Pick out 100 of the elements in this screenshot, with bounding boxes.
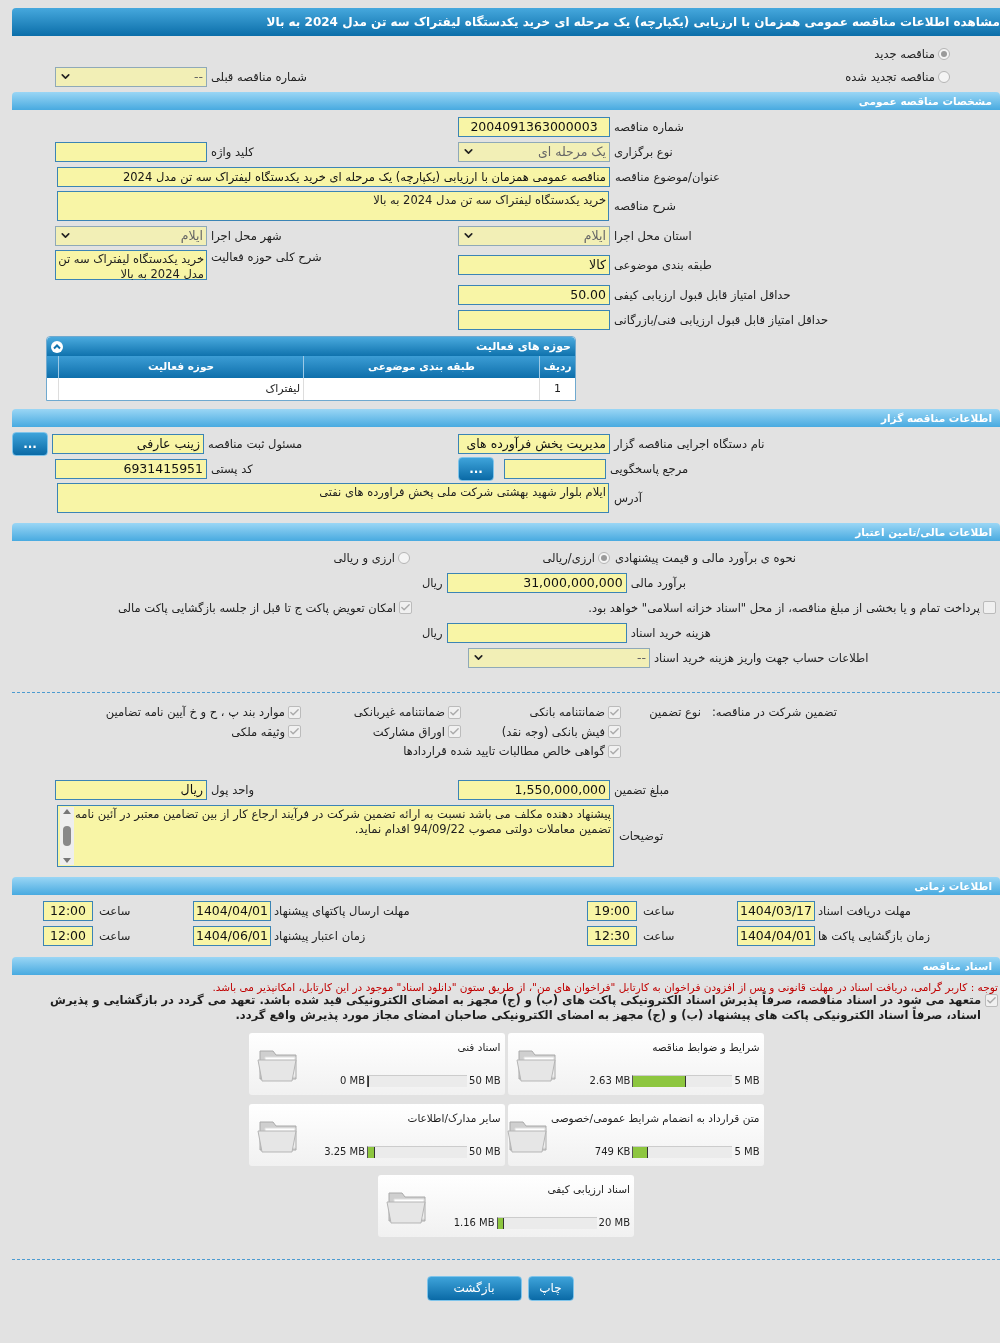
checkbox-option[interactable]: گواهی خالص مطالبات تایید شده قراردادها [403,744,621,758]
check-icon [449,706,460,718]
page-title: مشاهده اطلاعات مناقصه عمومی همزمان با ارزیابی (یکپارچه) یک مرحله ای خرید یکدستگاه لیفتراک سه تن مدل 2024 به بالا [12,8,1000,36]
checkbox[interactable] [985,993,998,1007]
checkbox-option[interactable]: وثیقه ملکی [231,724,301,739]
field-label: توضیحات [619,828,664,843]
check-icon [609,706,620,718]
field-label: مبلغ تضمین [614,783,670,797]
date-field[interactable]: 1404/04/01 [193,901,271,921]
text-field[interactable]: مدیریت پخش فرآورده های [458,433,610,454]
date-field[interactable]: 1404/06/01 [193,926,271,946]
back-button[interactable]: بازگشت [426,1275,522,1301]
field-label: نوع برگزاری [614,144,673,159]
text-field[interactable]: کالا [458,255,610,275]
text-area[interactable]: خرید یکدستگاه لیفتراک سه تن مدل 2024 به بالا [55,250,207,280]
text-field[interactable]: 2004091363000003 [458,116,610,137]
field-label: مرجع پاسخگویی [610,461,689,476]
field-label: نام دستگاه اجرایی مناقصه گزار [614,436,765,451]
checkbox-option[interactable]: امکان تعویض پاکت ج تا قبل از جلسه بازگشایی پاکت مالی [117,600,412,615]
checkbox-option[interactable]: ضمانتنامه غیربانکی [353,705,461,719]
field-label: تضمین شرکت در مناقصه: [710,705,837,721]
used-size: 1.16 MB [453,1217,495,1228]
used-size: 0 MB [340,1075,366,1086]
dropdown[interactable]: -- [55,66,207,87]
text-field[interactable]: 50.00 [458,284,610,305]
section-header: اطلاعات زمانی [12,876,1000,895]
field-label: نوع تضمین [648,705,701,721]
field-label: شرح کلی حوزه فعالیت [211,250,322,264]
checkbox-option[interactable]: پرداخت تمام و یا بخشی از مبلغ مناقصه، از محل "اسناد خزانه اسلامی" خواهد بود. [588,600,996,615]
check-icon [986,994,997,1006]
section-header: اطلاعات مناقصه گزار [12,409,1000,427]
column-header: طبقه بندی موضوعی [303,356,539,378]
text-field[interactable]: مناقصه عمومی همزمان با ارزیابی (یکپارچه) یک مرحله ای خرید یکدستگاه لیفتراک سه تن مدل 2024 [57,166,610,187]
check-icon [289,726,300,737]
unit-label: ریال [422,575,443,590]
print-button[interactable]: چاپ [527,1275,574,1301]
document-title: شرایط و ضوابط مناقصه [651,1040,760,1053]
max-size: 50 MB [469,1075,501,1086]
text-area[interactable]: پیشنهاد دهنده مکلف می باشد نسبت به ارائه تضمین شرکت در فرآیند ارجاع کار از بین تضامین معتبر در آئین نامه تضمین معاملات دولتی مصوب 94/09/22 اقدام نماید. [57,804,614,867]
document-title: اسناد ارزیابی کیفی [546,1182,630,1195]
radio-option[interactable]: ارزی و ریالی [333,551,410,565]
check-icon [609,745,620,757]
time-field[interactable]: 19:00 [587,901,637,921]
text-field[interactable] [446,622,627,643]
time-field[interactable]: 12:30 [587,926,637,946]
field-label: برآورد مالی [630,575,686,590]
field-label: نحوه ی برآورد مالی و قیمت پیشنهادی [615,550,797,565]
time-field[interactable]: 12:00 [43,901,93,921]
dropdown[interactable]: ایلام [458,225,610,246]
document-title: سایر مدارک/اطلاعات [406,1111,501,1124]
field-label: شهر محل اجرا [211,228,282,243]
field-label: کد پستی [211,461,253,476]
browse-button[interactable]: ... [12,431,48,456]
time-field[interactable]: 12:00 [43,926,93,946]
check-icon [609,726,620,737]
field-label: شرح مناقصه [614,199,676,213]
field-label: اطلاعات حساب جهت واریز هزینه خرید اسناد [654,650,869,665]
dropdown[interactable]: یک مرحله ای [458,141,610,162]
field-label: ساعت [642,904,676,918]
text-field[interactable] [55,141,207,162]
section-header: اسناد مناقصه [12,956,1000,975]
used-size: 749 KB [594,1146,631,1157]
date-field[interactable]: 1404/03/17 [737,901,815,921]
table-cell: لیفتراک [58,378,303,400]
table-title: حوزه های فعالیت [476,340,571,353]
field-label: ساعت [98,904,132,918]
dropdown[interactable]: -- [468,647,650,668]
field-label: ساعت [642,929,676,943]
browse-button[interactable]: ... [458,456,494,481]
date-field[interactable]: 1404/04/01 [737,926,815,946]
text-field[interactable]: زینب عارفی [52,433,204,454]
text-field[interactable] [458,309,610,330]
max-size: 50 MB [469,1146,501,1157]
field-label: حداقل امتیاز قابل قبول ارزیابی فنی/بازرگانی [614,312,829,327]
section-header: مشخصات مناقصه عمومی [12,92,1000,110]
field-label: شماره مناقصه [614,119,684,134]
checkbox-option[interactable]: فیش بانکی (وجه نقد) [501,724,621,739]
text-field[interactable]: 1,550,000,000 [458,780,610,800]
radio-option[interactable]: مناقصه تجدید شده [845,69,950,84]
radio-option[interactable]: ارزی/ریالی [542,551,610,565]
checkbox-option[interactable]: ضمانتنامه بانکی [529,705,621,719]
field-label: واحد پول [211,783,255,797]
text-field[interactable]: 31,000,000,000 [446,572,627,593]
dropdown[interactable]: ایلام [55,225,207,246]
text-field[interactable] [504,458,606,479]
text-field[interactable]: ریال [55,780,207,800]
checkbox-option[interactable]: موارد بند پ ، ح و خ آیین نامه تضامین [105,705,301,719]
text-area[interactable]: ایلام بلوار شهید بهشتی شرکت ملی پخش فراورده های نفتی [57,483,609,513]
text-area[interactable]: خرید یکدستگاه لیفتراک سه تن مدل 2024 به بالا [57,191,609,221]
column-header: ردیف [539,356,575,378]
field-label: آدرس [614,491,642,505]
text-field[interactable]: 6931415951 [55,458,207,479]
max-size: 20 MB [598,1217,630,1228]
used-size: 2.63 MB [589,1075,631,1086]
used-size: 3.25 MB [324,1146,366,1157]
scrollbar[interactable] [60,806,74,865]
field-label: طبقه بندی موضوعی [614,258,712,272]
collapse-icon[interactable] [51,340,63,353]
radio-option[interactable]: مناقصه جدید [874,46,950,61]
checkbox-option[interactable]: اوراق مشارکت [372,724,461,739]
